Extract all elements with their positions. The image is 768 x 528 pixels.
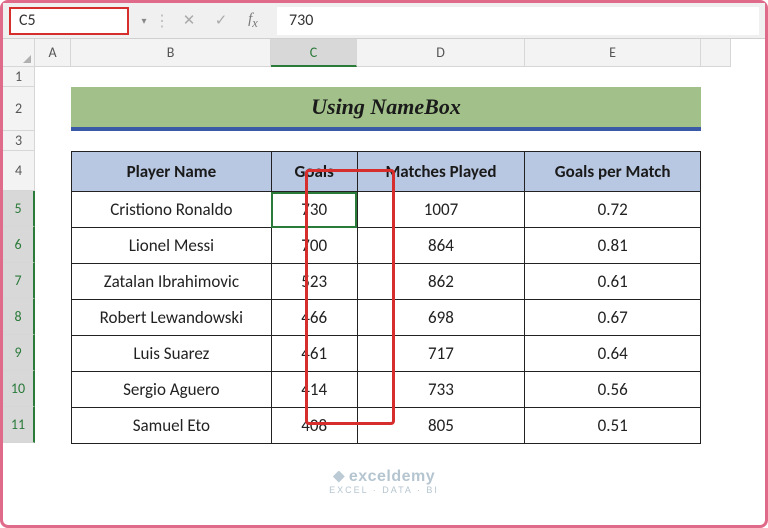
cell-goals[interactable]: 730 — [271, 192, 357, 228]
table-row: Zatalan Ibrahimovic 523 862 0.61 — [72, 264, 701, 300]
cell-matches[interactable]: 717 — [357, 336, 525, 372]
formula-bar-buttons: ✕ ✓ fx — [171, 11, 271, 31]
formula-bar: C5 ▾ ⋮ ✕ ✓ fx 730 — [3, 3, 765, 39]
table-row: Lionel Messi 700 864 0.81 — [72, 228, 701, 264]
data-table: Player Name Goals Matches Played Goals p… — [71, 151, 701, 444]
name-box-value: C5 — [19, 11, 36, 30]
cell-matches[interactable]: 862 — [357, 264, 525, 300]
table-header-row: Player Name Goals Matches Played Goals p… — [72, 152, 701, 192]
cell-gpm[interactable]: 0.72 — [525, 192, 701, 228]
column-headers: A B C D E — [35, 39, 765, 67]
col-header-a[interactable]: A — [35, 39, 71, 67]
col-header-e[interactable]: E — [525, 39, 701, 67]
divider: ⋮ — [159, 10, 165, 32]
cell-gpm[interactable]: 0.51 — [525, 408, 701, 444]
cell-gpm[interactable]: 0.56 — [525, 372, 701, 408]
cell-gpm[interactable]: 0.64 — [525, 336, 701, 372]
row-header-7[interactable]: 7 — [3, 263, 35, 299]
row-header-2[interactable]: 2 — [3, 87, 35, 131]
cell-player[interactable]: Sergio Aguero — [72, 372, 272, 408]
cell-goals[interactable]: 700 — [271, 228, 357, 264]
row-headers: 1 2 3 4 5 6 7 8 9 10 11 — [3, 67, 35, 443]
th-gpm[interactable]: Goals per Match — [525, 152, 701, 192]
table-row: Luis Suarez 461 717 0.64 — [72, 336, 701, 372]
cell-matches[interactable]: 698 — [357, 300, 525, 336]
row-header-5[interactable]: 5 — [3, 191, 35, 227]
cancel-icon[interactable]: ✕ — [181, 11, 197, 30]
row-header-10[interactable]: 10 — [3, 371, 35, 407]
title-banner: Using NameBox — [71, 87, 701, 131]
cell-player[interactable]: Robert Lewandowski — [72, 300, 272, 336]
cell-goals[interactable]: 523 — [271, 264, 357, 300]
formula-value: 730 — [289, 11, 313, 30]
cell-player[interactable]: Luis Suarez — [72, 336, 272, 372]
th-player[interactable]: Player Name — [72, 152, 272, 192]
cell-matches[interactable]: 864 — [357, 228, 525, 264]
row-header-11[interactable]: 11 — [3, 407, 35, 443]
table-row: Robert Lewandowski 466 698 0.67 — [72, 300, 701, 336]
cell-matches[interactable]: 733 — [357, 372, 525, 408]
name-box[interactable]: C5 — [9, 7, 129, 35]
col-header-c[interactable]: C — [271, 39, 357, 67]
table-row: Sergio Aguero 414 733 0.56 — [72, 372, 701, 408]
cell-gpm[interactable]: 0.67 — [525, 300, 701, 336]
row-header-3[interactable]: 3 — [3, 131, 35, 151]
enter-icon[interactable]: ✓ — [213, 11, 229, 30]
page-title: Using NameBox — [311, 94, 461, 120]
name-box-dropdown-icon[interactable]: ▾ — [135, 7, 153, 35]
formula-input[interactable]: 730 — [277, 7, 759, 35]
col-header-d[interactable]: D — [357, 39, 525, 67]
col-header-blank[interactable] — [701, 39, 731, 67]
cell-goals[interactable]: 414 — [271, 372, 357, 408]
row-header-1[interactable]: 1 — [3, 67, 35, 87]
cell-player[interactable]: Samuel Eto — [72, 408, 272, 444]
grid-area: 1 2 3 4 5 6 7 8 9 10 11 A B C D E Using … — [3, 39, 765, 525]
table-row: Cristiono Ronaldo 730 1007 0.72 — [72, 192, 701, 228]
cell-goals[interactable]: 461 — [271, 336, 357, 372]
th-goals[interactable]: Goals — [271, 152, 357, 192]
cell-gpm[interactable]: 0.61 — [525, 264, 701, 300]
table-body: Cristiono Ronaldo 730 1007 0.72 Lionel M… — [72, 192, 701, 444]
row-header-9[interactable]: 9 — [3, 335, 35, 371]
cell-gpm[interactable]: 0.81 — [525, 228, 701, 264]
col-header-b[interactable]: B — [71, 39, 271, 67]
row-header-4[interactable]: 4 — [3, 151, 35, 191]
th-matches[interactable]: Matches Played — [357, 152, 525, 192]
row-header-8[interactable]: 8 — [3, 299, 35, 335]
cell-player[interactable]: Zatalan Ibrahimovic — [72, 264, 272, 300]
cell-goals[interactable]: 408 — [271, 408, 357, 444]
table-row: Samuel Eto 408 805 0.51 — [72, 408, 701, 444]
cell-goals[interactable]: 466 — [271, 300, 357, 336]
select-all-corner[interactable] — [3, 39, 35, 67]
cell-matches[interactable]: 805 — [357, 408, 525, 444]
row-header-6[interactable]: 6 — [3, 227, 35, 263]
cell-player[interactable]: Cristiono Ronaldo — [72, 192, 272, 228]
fx-icon[interactable]: fx — [245, 11, 261, 31]
cell-matches[interactable]: 1007 — [357, 192, 525, 228]
cell-player[interactable]: Lionel Messi — [72, 228, 272, 264]
